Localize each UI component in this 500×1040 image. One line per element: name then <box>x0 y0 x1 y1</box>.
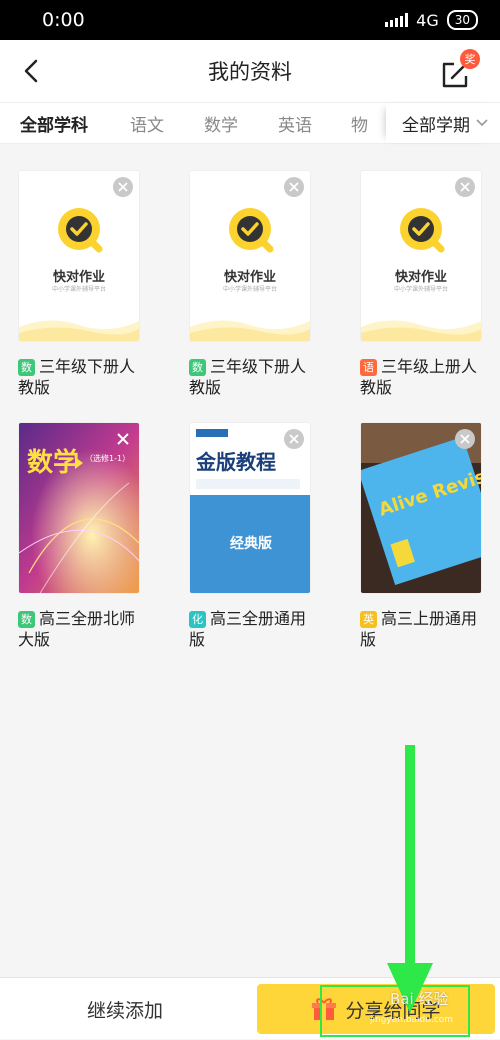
subject-tag: 数 <box>189 359 206 376</box>
brand-subtitle: 中小学课外辅导平台 <box>222 286 277 293</box>
material-title: 语三年级上册人教版 <box>360 357 478 397</box>
close-icon <box>118 182 128 192</box>
term-filter-dropdown[interactable]: 全部学期 <box>386 103 500 143</box>
page-title: 我的资料 <box>208 60 292 84</box>
tab-math[interactable]: 数学 <box>204 111 238 136</box>
watermark: Bai 经验 <box>390 990 449 1008</box>
status-time: 0:00 <box>42 9 85 31</box>
remove-button[interactable] <box>284 177 304 197</box>
status-bar: 0:00 4G 30 <box>0 0 500 40</box>
cover-subtitle: 经典版 <box>230 535 272 552</box>
close-icon <box>117 433 129 445</box>
subject-tag: 数 <box>18 359 35 376</box>
material-card[interactable]: 快对作业 中小学课外辅导平台 <box>360 170 482 342</box>
tab-physics[interactable]: 物 <box>351 111 368 136</box>
brand-name: 快对作业 <box>52 270 105 285</box>
chevron-down-icon <box>476 119 488 127</box>
remove-button[interactable] <box>455 429 475 449</box>
remove-button[interactable] <box>113 429 133 449</box>
material-title: 英高三上册通用版 <box>360 609 478 649</box>
material-card[interactable]: 快对作业 中小学课外辅导平台 <box>18 170 140 342</box>
kuaidui-logo-icon <box>58 208 103 253</box>
material-title: 化高三全册通用版 <box>189 609 307 649</box>
close-icon <box>460 182 470 192</box>
network-label: 4G <box>416 10 439 30</box>
material-card[interactable]: 数学 （选修1-1） <box>18 422 140 594</box>
brand-subtitle: 中小学课外辅导平台 <box>51 286 106 293</box>
subject-tag: 英 <box>360 611 377 628</box>
cover-title: 数学 <box>27 447 79 478</box>
remove-button[interactable] <box>284 429 304 449</box>
subject-tag: 化 <box>189 611 206 628</box>
close-icon <box>460 434 470 444</box>
brand-subtitle: 中小学课外辅导平台 <box>393 286 448 293</box>
material-title: 数三年级下册人教版 <box>189 357 307 397</box>
subject-tag: 数 <box>18 611 35 628</box>
back-arrow-icon[interactable] <box>18 56 46 86</box>
wave-decoration <box>361 320 481 341</box>
material-card[interactable]: 金版教程 经典版 <box>189 422 311 594</box>
wave-decoration <box>19 320 139 341</box>
material-title: 数三年级下册人教版 <box>18 357 136 397</box>
subject-tabs: 全部学科 语文 数学 英语 物 全部学期 <box>0 102 500 144</box>
tab-all-subjects[interactable]: 全部学科 <box>20 111 88 136</box>
brand-name: 快对作业 <box>394 270 447 285</box>
subject-tag: 语 <box>360 359 377 376</box>
cover-title: 金版教程 <box>195 450 276 474</box>
kuaidui-logo-icon <box>229 208 274 253</box>
close-icon <box>289 182 299 192</box>
material-card[interactable]: 快对作业 中小学课外辅导平台 <box>189 170 311 342</box>
remove-button[interactable] <box>455 177 475 197</box>
battery-level: 30 <box>454 13 470 27</box>
wave-decoration <box>190 320 310 341</box>
watermark-url: jingyan.baidu.com <box>370 1015 454 1025</box>
material-card[interactable]: Alive Revise <box>360 422 482 594</box>
tab-english[interactable]: 英语 <box>278 111 312 136</box>
tab-chinese[interactable]: 语文 <box>130 111 164 136</box>
nav-header: 我的资料 奖 <box>0 40 500 102</box>
battery-icon: 30 <box>446 10 478 30</box>
signal-icon <box>385 13 409 27</box>
reward-badge: 奖 <box>460 49 480 69</box>
kuaidui-logo-icon <box>400 208 445 253</box>
close-icon <box>289 434 299 444</box>
remove-button[interactable] <box>113 177 133 197</box>
term-filter-label: 全部学期 <box>402 115 470 136</box>
green-arrow-annotation <box>387 745 433 1013</box>
continue-add-button[interactable]: 继续添加 <box>0 978 250 1040</box>
status-icons: 4G 30 <box>385 10 478 30</box>
material-title: 数高三全册北师大版 <box>18 609 136 649</box>
cover-subtitle: （选修1-1） <box>85 453 130 463</box>
brand-name: 快对作业 <box>223 270 276 285</box>
